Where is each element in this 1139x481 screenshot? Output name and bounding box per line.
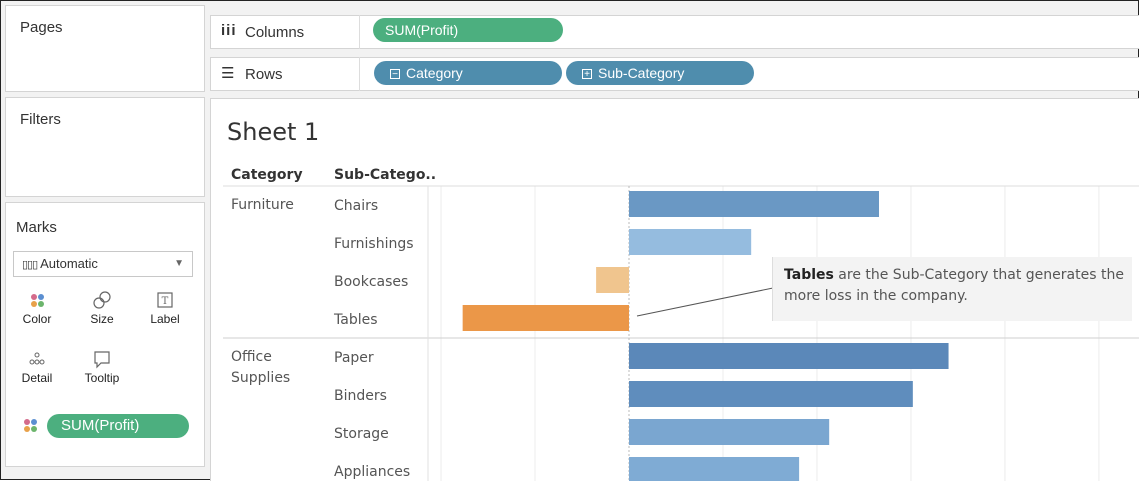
annotation-text: are the Sub-Category that generates the … bbox=[784, 267, 1124, 304]
tableau-workspace: Pages Filters Marks ▯▯▯ Automatic ▼ Colo… bbox=[0, 0, 1139, 481]
sub-category-label: Paper bbox=[334, 350, 374, 366]
annotation-leader-line bbox=[636, 287, 774, 317]
bar-paper bbox=[629, 343, 949, 369]
category-label-furniture: Furniture bbox=[231, 197, 294, 213]
sub-category-label: Storage bbox=[334, 426, 389, 442]
sub-category-label: Binders bbox=[334, 388, 387, 404]
sub-category-label: Bookcases bbox=[334, 274, 408, 290]
category-label-office-supplies: Office Supplies bbox=[231, 349, 291, 386]
sub-category-label: Appliances bbox=[334, 464, 410, 480]
bar-appliances bbox=[629, 457, 800, 481]
bar-furnishings bbox=[629, 229, 752, 255]
bar-tables bbox=[462, 305, 629, 331]
bar-storage bbox=[629, 419, 830, 445]
annotation-bold: Tables bbox=[784, 267, 834, 283]
bar-bookcases bbox=[596, 267, 629, 293]
sub-category-label: Tables bbox=[333, 312, 378, 328]
sub-category-label: Chairs bbox=[334, 198, 378, 214]
annotation-callout[interactable]: Tables are the Sub-Category that generat… bbox=[772, 257, 1132, 321]
bar-binders bbox=[629, 381, 913, 407]
sub-category-label: Furnishings bbox=[334, 236, 414, 252]
bar-chairs bbox=[629, 191, 879, 217]
profit-bar-chart: Chairs Furnishings Bookcases Tables Paper Bin… bbox=[223, 185, 1139, 481]
